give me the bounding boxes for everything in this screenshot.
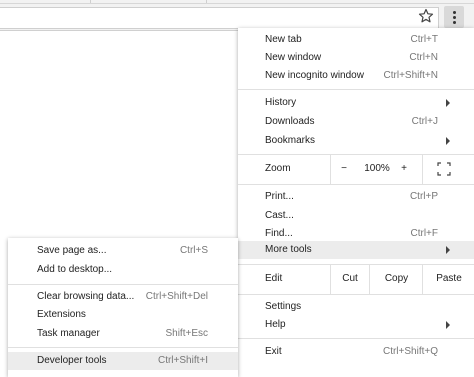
menu-item-label: Print... xyxy=(265,191,294,202)
menu-item-label: More tools xyxy=(265,244,312,255)
menu-item-more-tools[interactable]: More tools xyxy=(238,241,474,259)
menu-separator xyxy=(238,184,474,185)
menu-item-shortcut: Ctrl+Shift+Q xyxy=(382,346,438,357)
menu-item-bookmarks[interactable]: Bookmarks xyxy=(238,132,474,150)
menu-item-save-page-as[interactable]: Save page as... Ctrl+S xyxy=(8,242,238,260)
tab[interactable] xyxy=(91,0,207,3)
ellipsis-dot xyxy=(453,21,456,24)
zoom-level: 100% xyxy=(364,163,390,174)
submenu-arrow-icon xyxy=(446,246,450,254)
address-bar[interactable] xyxy=(0,7,439,29)
copy-label: Copy xyxy=(384,273,409,284)
menu-item-label: Add to desktop... xyxy=(37,264,113,275)
paste-label: Paste xyxy=(436,273,462,284)
menu-item-new-incognito-window[interactable]: New incognito window Ctrl+Shift+N xyxy=(238,67,474,85)
menu-item-new-tab[interactable]: New tab Ctrl+T xyxy=(238,31,474,49)
chrome-menu-button[interactable] xyxy=(444,6,464,28)
edit-label: Edit xyxy=(265,273,283,284)
zoom-in-button[interactable]: + xyxy=(397,163,411,174)
menu-item-label: New tab xyxy=(265,34,302,45)
zoom-controls: − 100% + xyxy=(330,155,423,184)
submenu-arrow-icon xyxy=(446,99,450,107)
menu-item-extensions[interactable]: Extensions xyxy=(8,306,238,324)
menu-item-shortcut: Ctrl+P xyxy=(409,191,438,202)
menu-item-label: Developer tools xyxy=(37,355,107,366)
cut-label: Cut xyxy=(342,273,358,284)
zoom-label: Zoom xyxy=(265,163,291,174)
star-icon[interactable] xyxy=(418,8,434,24)
tab[interactable] xyxy=(0,0,91,3)
menu-item-label: Clear browsing data... xyxy=(37,291,135,302)
menu-item-help[interactable]: Help xyxy=(238,316,474,334)
ellipsis-dot xyxy=(453,16,456,19)
menu-item-label: Save page as... xyxy=(37,245,107,256)
browser-toolbar xyxy=(0,4,474,31)
menu-item-shortcut: Ctrl+J xyxy=(411,116,438,127)
menu-item-shortcut: Ctrl+Shift+N xyxy=(383,70,438,81)
menu-separator xyxy=(8,347,238,348)
menu-item-label: New incognito window xyxy=(265,70,364,81)
menu-item-label: Settings xyxy=(265,301,302,312)
menu-item-shortcut: Shift+Esc xyxy=(165,328,208,339)
vertical-ellipsis-icon xyxy=(453,11,456,14)
menu-item-cast[interactable]: Cast... xyxy=(238,207,474,225)
menu-item-label: Downloads xyxy=(265,116,315,127)
menu-item-shortcut: Ctrl+F xyxy=(410,228,439,239)
menu-item-shortcut: Ctrl+T xyxy=(410,34,439,45)
chrome-main-menu: New tab Ctrl+T New window Ctrl+N New inc… xyxy=(238,28,474,377)
menu-item-settings[interactable]: Settings xyxy=(238,298,474,316)
edit-row: Edit Cut Copy Paste xyxy=(238,265,474,294)
menu-item-shortcut: Ctrl+N xyxy=(409,52,438,63)
menu-item-label: Extensions xyxy=(37,309,86,320)
menu-item-add-to-desktop[interactable]: Add to desktop... xyxy=(8,261,238,279)
menu-item-label: Help xyxy=(265,319,286,330)
submenu-arrow-icon xyxy=(446,321,450,329)
menu-item-label: Find... xyxy=(265,228,293,239)
fullscreen-icon xyxy=(437,162,451,176)
copy-button[interactable]: Copy xyxy=(369,265,423,294)
menu-item-label: History xyxy=(265,97,297,108)
menu-item-label: Exit xyxy=(265,346,282,357)
menu-separator xyxy=(238,294,474,295)
menu-item-shortcut: Ctrl+Shift+I xyxy=(157,355,208,366)
menu-item-label: Task manager xyxy=(37,328,100,339)
menu-item-downloads[interactable]: Downloads Ctrl+J xyxy=(238,113,474,131)
menu-item-exit[interactable]: Exit Ctrl+Shift+Q xyxy=(238,343,474,361)
cut-button[interactable]: Cut xyxy=(330,265,369,294)
menu-item-shortcut: Ctrl+Shift+Del xyxy=(145,291,208,302)
menu-separator xyxy=(238,89,474,90)
menu-item-shortcut: Ctrl+S xyxy=(179,245,208,256)
menu-item-clear-browsing-data[interactable]: Clear browsing data... Ctrl+Shift+Del xyxy=(8,288,238,306)
zoom-out-button[interactable]: − xyxy=(337,163,351,174)
more-tools-submenu: Save page as... Ctrl+S Add to desktop...… xyxy=(8,238,238,377)
menu-item-task-manager[interactable]: Task manager Shift+Esc xyxy=(8,325,238,343)
menu-separator xyxy=(8,284,238,285)
paste-button[interactable]: Paste xyxy=(422,265,474,294)
menu-item-print[interactable]: Print... Ctrl+P xyxy=(238,188,474,206)
zoom-row: Zoom − 100% + xyxy=(238,155,474,184)
menu-item-label: New window xyxy=(265,52,322,63)
menu-item-label: Bookmarks xyxy=(265,135,316,146)
fullscreen-button[interactable] xyxy=(422,155,474,184)
submenu-arrow-icon xyxy=(446,137,450,145)
menu-item-history[interactable]: History xyxy=(238,94,474,112)
menu-item-developer-tools[interactable]: Developer tools Ctrl+Shift+I xyxy=(8,352,238,370)
menu-item-new-window[interactable]: New window Ctrl+N xyxy=(238,49,474,67)
menu-separator xyxy=(238,338,474,339)
menu-item-label: Cast... xyxy=(265,210,294,221)
